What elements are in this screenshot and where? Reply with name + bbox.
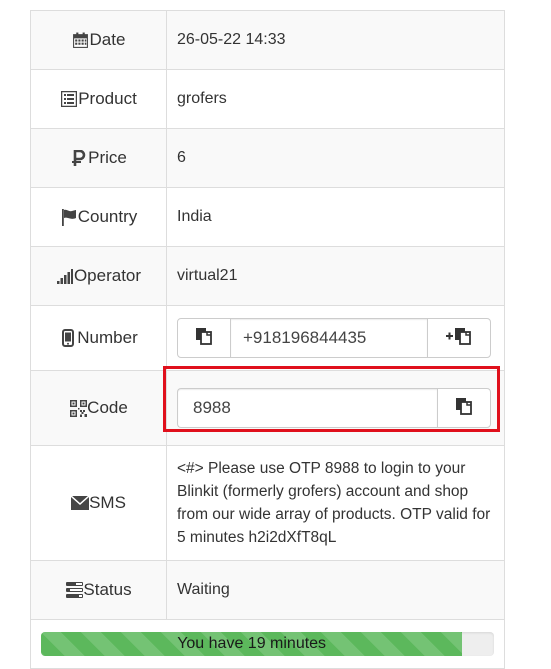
code-value-cell: 8988 xyxy=(167,371,504,445)
operator-label: Operator xyxy=(73,266,142,285)
row-code: Code 8988 xyxy=(31,371,504,446)
number-input-group: +918196844435 xyxy=(177,318,491,358)
price-value: 6 xyxy=(177,149,186,166)
status-label: Status xyxy=(83,580,132,599)
date-label-cell: Date xyxy=(31,11,167,69)
row-price: Price 6 xyxy=(31,129,504,188)
sms-value-cell: <#> Please use OTP 8988 to login to your… xyxy=(167,446,504,560)
operator-label-cell: Operator xyxy=(31,247,167,305)
code-label: Code xyxy=(87,398,128,417)
mobile-icon xyxy=(59,329,77,347)
envelope-icon xyxy=(71,494,90,512)
sms-label-cell: SMS xyxy=(31,446,167,560)
status-label-cell: Status xyxy=(31,561,167,619)
operator-value: virtual21 xyxy=(177,267,238,284)
country-label-cell: Country xyxy=(31,188,167,246)
list-icon xyxy=(60,90,78,108)
price-label-cell: Price xyxy=(31,129,167,187)
progress-bar: You have 19 minutes xyxy=(41,632,463,656)
row-date: Date 26-05-22 14:33 xyxy=(31,11,504,70)
date-label: Date xyxy=(89,30,126,49)
number-value-cell: +918196844435 xyxy=(167,306,504,370)
tasks-icon xyxy=(65,581,83,599)
sms-text: <#> Please use OTP 8988 to login to your… xyxy=(177,460,491,546)
progress-wrap: You have 19 minutes xyxy=(31,620,504,668)
row-operator: Operator virtual21 xyxy=(31,247,504,306)
copy-number-button[interactable] xyxy=(177,318,231,358)
code-input-group: 8988 xyxy=(177,388,491,428)
copy-code-button[interactable] xyxy=(437,388,491,428)
number-label: Number xyxy=(77,328,138,347)
code-field[interactable]: 8988 xyxy=(177,388,437,428)
row-sms: SMS <#> Please use OTP 8988 to login to … xyxy=(31,446,504,561)
date-value: 26-05-22 14:33 xyxy=(177,31,286,48)
signal-icon xyxy=(56,267,74,285)
sms-label: SMS xyxy=(89,493,126,512)
copy-number-with-plus-button[interactable] xyxy=(427,318,491,358)
ruble-icon xyxy=(70,149,88,167)
product-label: Product xyxy=(78,89,137,108)
calendar-icon xyxy=(72,31,90,49)
product-value: grofers xyxy=(177,90,227,107)
row-status: Status Waiting xyxy=(31,561,504,620)
code-label-cell: Code xyxy=(31,371,167,445)
number-label-cell: Number xyxy=(31,306,167,370)
number-field[interactable]: +918196844435 xyxy=(231,318,427,358)
plus-copy-icon xyxy=(446,327,472,350)
row-product: Product grofers xyxy=(31,70,504,129)
qrcode-icon xyxy=(69,399,87,417)
order-details-table: Date 26-05-22 14:33 Product grofers Pric… xyxy=(30,10,505,669)
row-country: Country India xyxy=(31,188,504,247)
row-progress: You have 19 minutes xyxy=(31,620,504,669)
country-value: India xyxy=(177,208,212,225)
flag-icon xyxy=(60,208,78,226)
row-number: Number +918196844435 xyxy=(31,306,504,371)
time-remaining-progress: You have 19 minutes xyxy=(41,632,494,656)
copy-icon xyxy=(195,327,213,350)
country-label: Country xyxy=(77,207,138,226)
price-label: Price xyxy=(88,148,127,167)
product-label-cell: Product xyxy=(31,70,167,128)
copy-icon xyxy=(455,397,473,420)
status-value: Waiting xyxy=(177,581,230,598)
